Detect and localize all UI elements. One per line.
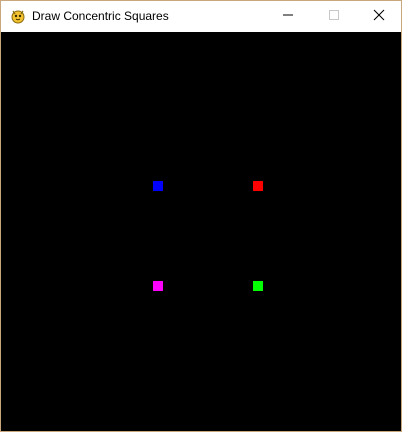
window-title: Draw Concentric Squares: [32, 9, 169, 23]
drawing-canvas[interactable]: [1, 32, 401, 431]
app-window: Draw Concentric Squares: [0, 0, 402, 432]
title-bar[interactable]: Draw Concentric Squares: [1, 1, 401, 32]
minimize-button[interactable]: [265, 1, 311, 32]
maximize-button[interactable]: [311, 1, 357, 32]
red-square: [253, 181, 263, 191]
close-button[interactable]: [356, 1, 401, 32]
green-square: [253, 281, 263, 291]
magenta-square: [153, 281, 163, 291]
pygame-snake-icon[interactable]: [10, 8, 26, 24]
maximize-icon: [328, 8, 340, 26]
close-icon: [373, 8, 385, 26]
minimize-icon: [282, 8, 294, 26]
blue-square: [153, 181, 163, 191]
